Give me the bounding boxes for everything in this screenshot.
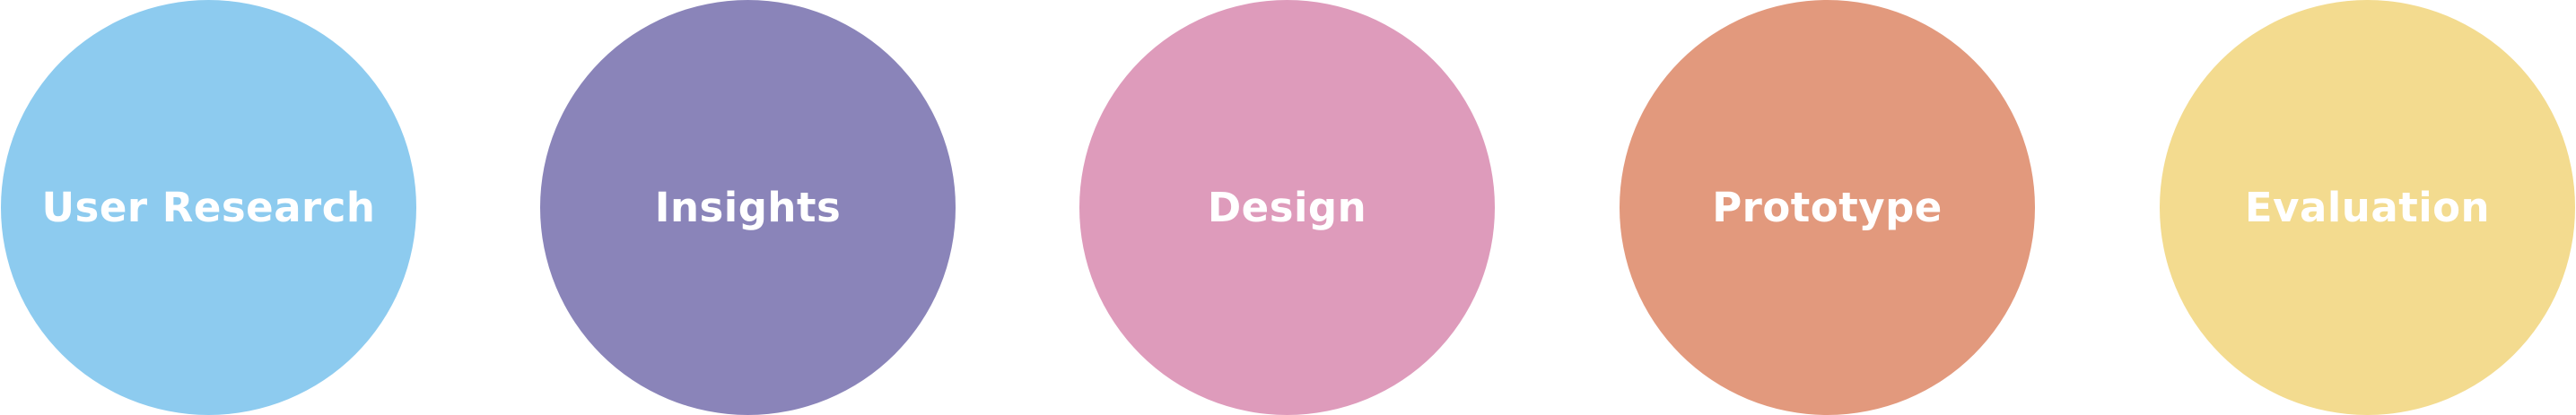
step-evaluation: Evaluation [2160, 0, 2575, 415]
process-diagram: User Research Insights Design Prototype … [0, 0, 2576, 415]
step-label: Evaluation [2244, 184, 2491, 231]
step-label: User Research [41, 184, 376, 231]
step-label: Design [1207, 184, 1367, 231]
step-label: Insights [654, 184, 842, 231]
step-user-research: User Research [1, 0, 416, 415]
step-label: Prototype [1712, 184, 1943, 231]
step-insights: Insights [540, 0, 956, 415]
step-prototype: Prototype [1620, 0, 2035, 415]
step-design: Design [1079, 0, 1495, 415]
